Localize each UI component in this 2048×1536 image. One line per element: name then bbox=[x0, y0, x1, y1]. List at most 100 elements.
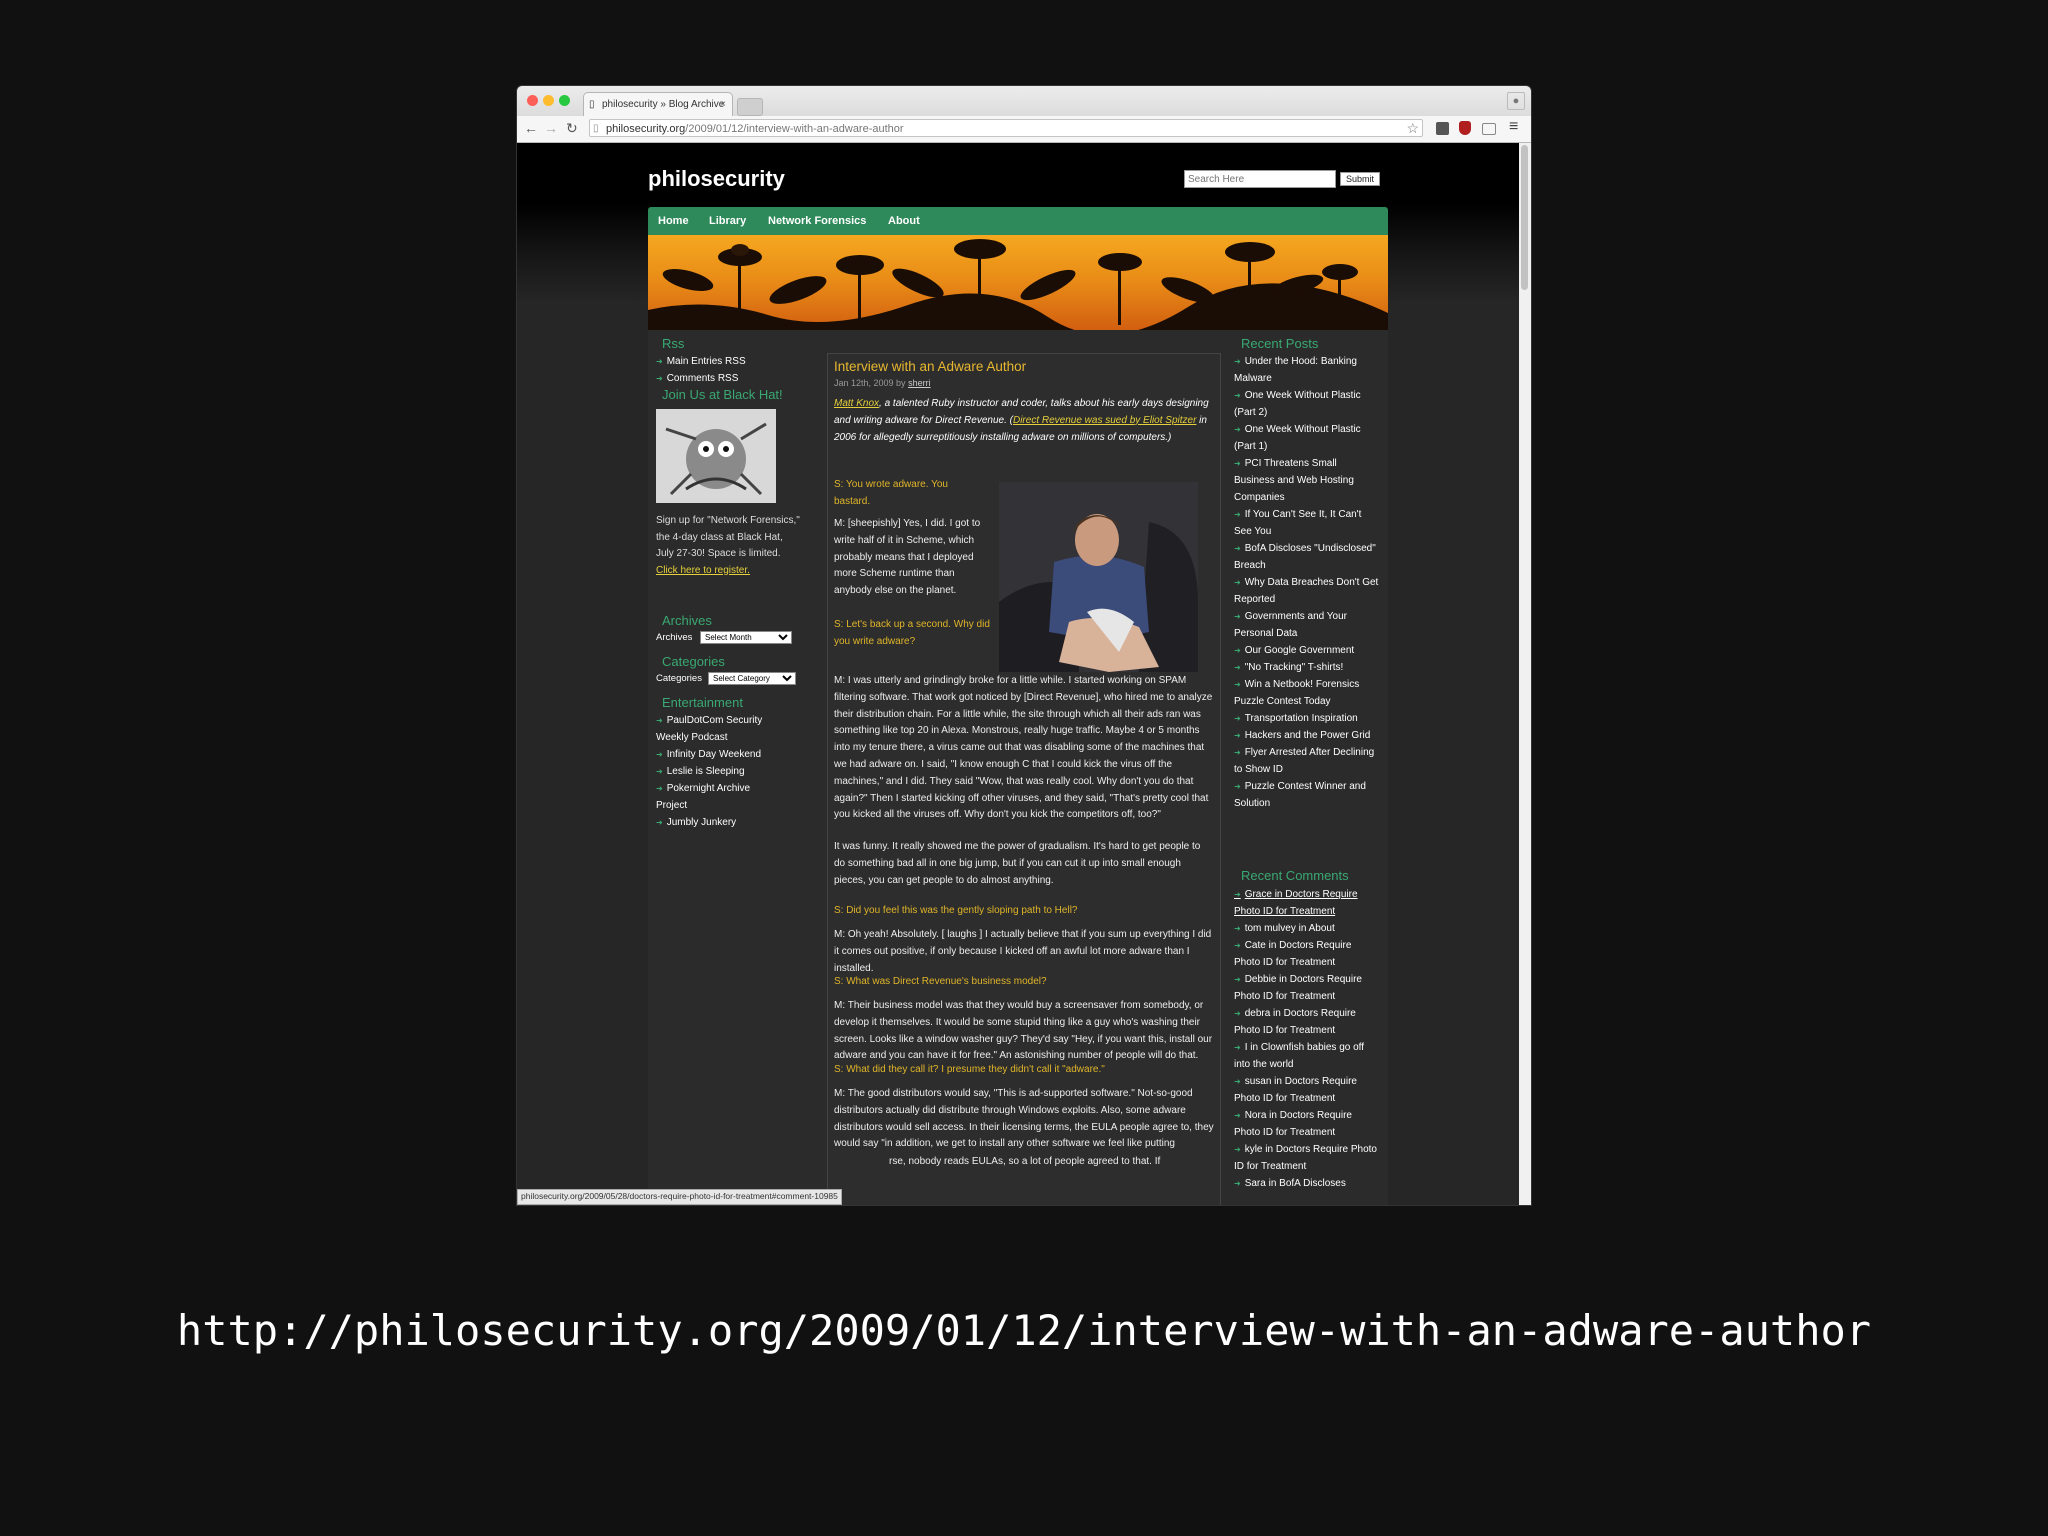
post-author-link[interactable]: sherri bbox=[908, 378, 931, 388]
answer-text: M: I was utterly and grindingly broke fo… bbox=[834, 675, 1213, 821]
recent-comment-link[interactable]: ➜ Grace in Doctors Require Photo ID for T… bbox=[1234, 886, 1380, 920]
categories-label: Categories bbox=[656, 673, 702, 684]
star-icon[interactable]: ☆ bbox=[1406, 119, 1419, 137]
recent-comment-link[interactable]: ➜ Sara in BofA Discloses bbox=[1234, 1175, 1380, 1192]
bullet-arrow-icon: ➜ bbox=[1234, 1179, 1241, 1188]
browser-tab[interactable]: ▯ philosecurity » Blog Archive × bbox=[583, 92, 733, 116]
cast-icon[interactable] bbox=[1482, 123, 1496, 135]
recent-post-link[interactable]: ➜ One Week Without Plastic (Part 1) bbox=[1234, 421, 1380, 455]
search-submit-button[interactable]: Submit bbox=[1340, 172, 1380, 186]
url-path: /2009/01/12/interview-with-an-adware-aut… bbox=[685, 123, 904, 135]
bullet-arrow-icon: ➜ bbox=[656, 750, 663, 759]
entertainment-link[interactable]: ➜ Infinity Day Weekend bbox=[656, 746, 761, 763]
forward-arrow-icon[interactable]: → bbox=[544, 120, 558, 136]
answer-text: It was funny. It really showed me the po… bbox=[834, 841, 1201, 886]
recent-posts-list: ➜ Under the Hood: Banking Malware ➜ One We… bbox=[1234, 353, 1380, 812]
entertainment-link[interactable]: ➜ Jumbly Junkery bbox=[656, 814, 736, 831]
blackhat-widget-title: Join Us at Black Hat! bbox=[662, 387, 783, 402]
matt-knox-link[interactable]: Matt Knox bbox=[834, 398, 879, 409]
rss-comments-link[interactable]: ➜ Comments RSS bbox=[656, 370, 738, 387]
recent-comment-link[interactable]: ➜ kyle in Doctors Require Photo ID for Tr… bbox=[1234, 1141, 1380, 1175]
bullet-arrow-icon: ➜ bbox=[1234, 510, 1241, 519]
bullet-arrow-icon: ➜ bbox=[1234, 663, 1241, 672]
categories-select[interactable]: Select Category bbox=[708, 672, 796, 685]
entertainment-link[interactable]: ➜ Pokernight Archive Project bbox=[656, 780, 776, 814]
bullet-arrow-icon: ➜ bbox=[1234, 612, 1241, 621]
recent-post-link[interactable]: ➜ Flyer Arrested After Declining to Show … bbox=[1234, 744, 1380, 778]
bullet-arrow-icon: ➜ bbox=[1234, 1145, 1241, 1154]
recent-comment-link[interactable]: ➜ Nora in Doctors Require Photo ID for Tr… bbox=[1234, 1107, 1380, 1141]
nav-network-forensics[interactable]: Network Forensics bbox=[768, 207, 866, 235]
recent-post-link[interactable]: ➜ Governments and Your Personal Data bbox=[1234, 608, 1380, 642]
bullet-arrow-icon: ➜ bbox=[1234, 1043, 1241, 1052]
scrollbar-thumb[interactable] bbox=[1521, 145, 1528, 290]
recent-post-link[interactable]: ➜ Puzzle Contest Winner and Solution bbox=[1234, 778, 1380, 812]
bullet-arrow-icon: ➜ bbox=[656, 767, 663, 776]
recent-post-link[interactable]: ➜ BofA Discloses "Undisclosed" Breach bbox=[1234, 540, 1380, 574]
bullet-arrow-icon: ➜ bbox=[1234, 941, 1241, 950]
recent-post-link[interactable]: ➜ Transportation Inspiration bbox=[1234, 710, 1380, 727]
answer-text: M: Oh yeah! Absolutely. [ laughs ] I act… bbox=[834, 929, 1212, 974]
bullet-arrow-icon: ➜ bbox=[656, 357, 663, 366]
recent-comment-link[interactable]: ➜ debra in Doctors Require Photo ID for T… bbox=[1234, 1005, 1380, 1039]
rss-main-entries-link[interactable]: ➜ Main Entries RSS bbox=[656, 353, 746, 370]
new-tab-button[interactable] bbox=[737, 98, 763, 116]
rss-widget-title: Rss bbox=[662, 336, 685, 351]
bullet-arrow-icon: ➜ bbox=[1234, 544, 1241, 553]
page-scrollbar[interactable] bbox=[1519, 143, 1531, 1205]
nav-home[interactable]: Home bbox=[658, 207, 689, 235]
profile-icon[interactable]: ● bbox=[1507, 92, 1525, 110]
recent-post-link[interactable]: ➜ "No Tracking" T-shirts! bbox=[1234, 659, 1380, 676]
recent-post-link[interactable]: ➜ Under the Hood: Banking Malware bbox=[1234, 353, 1380, 387]
archives-widget-title: Archives bbox=[662, 613, 712, 628]
archives-select[interactable]: Select Month bbox=[700, 631, 792, 644]
tab-close-icon[interactable]: × bbox=[720, 93, 726, 116]
answer-text-tail: rse, nobody reads EULAs, so a lot of peo… bbox=[889, 1156, 1161, 1167]
post-title[interactable]: Interview with an Adware Author bbox=[834, 359, 1026, 374]
nav-library[interactable]: Library bbox=[709, 207, 746, 235]
blackhat-promo-image[interactable] bbox=[656, 409, 776, 503]
recent-post-link[interactable]: ➜ If You Can't See It, It Can't See You bbox=[1234, 506, 1380, 540]
tab-title: philosecurity » Blog Archive bbox=[602, 99, 725, 110]
recent-comment-link[interactable]: ➜ Debbie in Doctors Require Photo ID for … bbox=[1234, 971, 1380, 1005]
blackhat-register-link[interactable]: Click here to register. bbox=[656, 565, 750, 576]
direct-revenue-sued-link[interactable]: Direct Revenue was sued by Eliot Spitzer bbox=[1013, 415, 1196, 426]
recent-post-link[interactable]: ➜ Win a Netbook! Forensics Puzzle Contest… bbox=[1234, 676, 1380, 710]
right-sidebar: Recent Posts ➜ Under the Hood: Banking Ma… bbox=[1233, 330, 1383, 1205]
recent-comment-link[interactable]: ➜ susan in Doctors Require Photo ID for T… bbox=[1234, 1073, 1380, 1107]
close-window-button[interactable] bbox=[527, 95, 538, 106]
search-input[interactable] bbox=[1184, 170, 1336, 188]
recent-posts-title: Recent Posts bbox=[1241, 336, 1319, 351]
bullet-arrow-icon: ➜ bbox=[1234, 748, 1241, 757]
minimize-window-button[interactable] bbox=[543, 95, 554, 106]
bullet-arrow-icon: ➜ bbox=[1234, 975, 1241, 984]
question-text: S: Did you feel this was the gently slop… bbox=[834, 905, 1078, 916]
browser-window: ▯ philosecurity » Blog Archive × ● ← → ↻… bbox=[517, 86, 1531, 1205]
recent-post-link[interactable]: ➜ Hackers and the Power Grid bbox=[1234, 727, 1380, 744]
bullet-arrow-icon: ➜ bbox=[656, 374, 663, 383]
recent-post-link[interactable]: ➜ One Week Without Plastic (Part 2) bbox=[1234, 387, 1380, 421]
bullet-arrow-icon: ➜ bbox=[1234, 782, 1241, 791]
page-viewport: philosecurity Submit Home Library Networ… bbox=[517, 143, 1519, 1205]
ublock-icon[interactable] bbox=[1459, 121, 1471, 135]
reload-icon[interactable]: ↻ bbox=[566, 120, 578, 137]
recent-comment-link[interactable]: ➜ Cate in Doctors Require Photo ID for Tr… bbox=[1234, 937, 1380, 971]
menu-icon[interactable]: ≡ bbox=[1509, 118, 1518, 136]
entertainment-link[interactable]: ➜ PaulDotCom Security Weekly Podcast bbox=[656, 712, 796, 746]
recent-post-link[interactable]: ➜ Our Google Government bbox=[1234, 642, 1380, 659]
recent-post-link[interactable]: ➜ Why Data Breaches Don't Get Reported bbox=[1234, 574, 1380, 608]
entertainment-link[interactable]: ➜ Leslie is Sleeping bbox=[656, 763, 745, 780]
recent-comment-link[interactable]: ➜ tom mulvey in About bbox=[1234, 920, 1380, 937]
question-text: S: What did they call it? I presume they… bbox=[834, 1064, 1105, 1075]
bullet-arrow-icon: ➜ bbox=[1234, 459, 1241, 468]
address-bar[interactable]: ▯ philosecurity.org/2009/01/12/interview… bbox=[589, 119, 1423, 137]
recent-comment-link[interactable]: ➜ I in Clownfish babies go off into the w… bbox=[1234, 1039, 1380, 1073]
site-title[interactable]: philosecurity bbox=[648, 166, 785, 192]
extension-icon[interactable] bbox=[1436, 122, 1449, 135]
recent-post-link[interactable]: ➜ PCI Threatens Small Business and Web Ho… bbox=[1234, 455, 1380, 506]
answer-text: M: Their business model was that they wo… bbox=[834, 1000, 1213, 1062]
answer-text: M: The good distributors would say, "Thi… bbox=[834, 1088, 1214, 1150]
zoom-window-button[interactable] bbox=[559, 95, 570, 106]
nav-about[interactable]: About bbox=[888, 207, 920, 235]
back-arrow-icon[interactable]: ← bbox=[524, 120, 538, 136]
